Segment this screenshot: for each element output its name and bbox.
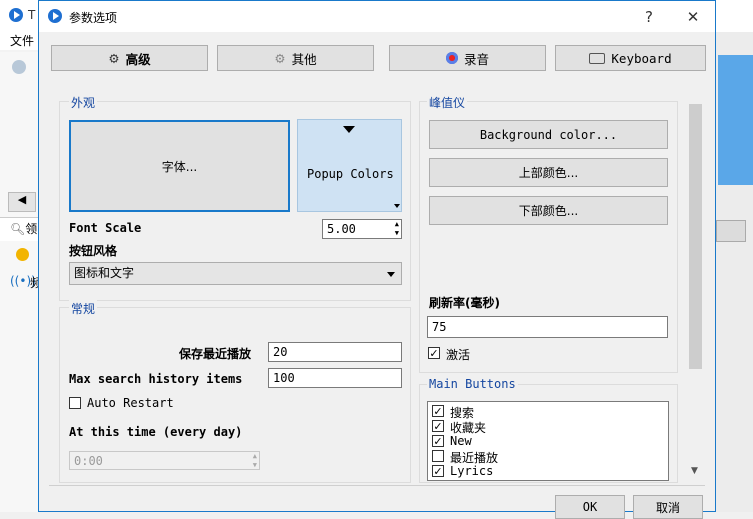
appearance-group-title: 外观 (69, 94, 98, 111)
at-this-time-label: At this time (every day) (69, 425, 243, 439)
dialog-app-icon (48, 9, 62, 23)
popup-dropdown-icon (394, 204, 400, 208)
background-search-row[interactable]: 🔍︎领 (0, 217, 40, 241)
main-buttons-group-title: Main Buttons (427, 377, 518, 391)
background-left-panel: ◀ 🔍︎领 ((•)) 频 (0, 52, 42, 512)
background-speaker-icon[interactable]: ◀ (8, 192, 36, 212)
main-button-favorites-checkbox[interactable]: ✓ (432, 420, 444, 432)
help-button[interactable]: ? (635, 5, 663, 29)
bottom-color-button[interactable]: 下部颜色... (429, 196, 668, 225)
time-value: 0:00 (74, 454, 103, 468)
max-history-label: Max search history items (69, 372, 243, 386)
gear-icon: ⚙ (108, 50, 120, 66)
time-spin-arrows-icon[interactable]: ▲ ▼ (253, 452, 257, 470)
save-recent-label: 保存最近播放 (179, 347, 252, 361)
popup-triangle-icon (343, 126, 355, 133)
scrollbar-thumb[interactable] (689, 104, 702, 369)
background-title-initial: T (28, 8, 36, 22)
button-style-label: 按钮风格 (69, 244, 118, 258)
tab-keyboard-label: Keyboard (611, 50, 672, 66)
main-button-lyrics-checkbox[interactable]: ✓ (432, 465, 444, 477)
bottom-divider (49, 485, 705, 486)
tab-advanced-label: 高级 (125, 51, 151, 67)
cancel-button[interactable]: 取消 (633, 495, 703, 519)
font-scale-label: Font Scale (69, 221, 142, 235)
background-avatar-icon (12, 60, 26, 74)
tab-advanced[interactable]: ⚙ 高级 (51, 45, 208, 71)
background-visualizer (718, 55, 753, 185)
activate-label: 激活 (446, 348, 471, 362)
scroll-down-icon[interactable]: ▼ (691, 466, 698, 476)
cog-icon: ⚙ (274, 50, 286, 66)
font-scale-spinbox[interactable]: 5.00 ▲ ▼ (322, 219, 402, 239)
activate-checkbox[interactable]: ✓ (428, 347, 440, 359)
auto-restart-label: Auto Restart (87, 396, 174, 410)
time-spinbox[interactable]: 0:00 ▲ ▼ (69, 451, 260, 470)
background-color-button[interactable]: Background color... (429, 120, 668, 149)
refresh-rate-input[interactable]: 75 (427, 316, 668, 338)
background-right-button[interactable] (716, 220, 746, 242)
main-button-search-checkbox[interactable]: ✓ (432, 405, 444, 417)
popup-colors-button[interactable]: Popup Colors (297, 119, 402, 212)
tab-other-label: 其他 (291, 51, 317, 67)
background-star-icon (16, 248, 29, 261)
button-style-value: 图标和文字 (74, 266, 135, 280)
tab-keyboard[interactable]: Keyboard (555, 45, 706, 71)
popup-colors-label: Popup Colors (307, 167, 394, 181)
button-style-select[interactable]: 图标和文字 (69, 262, 402, 285)
refresh-rate-label: 刷新率(毫秒) (429, 296, 500, 310)
font-scale-value: 5.00 (327, 222, 356, 236)
background-search-text: 领 (25, 222, 38, 236)
chevron-down-icon (387, 272, 395, 277)
dialog-title: 参数选项 (69, 11, 118, 25)
main-button-new-label: New (450, 434, 472, 448)
save-recent-input[interactable]: 20 (268, 342, 402, 362)
tab-record-label: 录音 (463, 51, 489, 67)
spin-arrows-icon[interactable]: ▲ ▼ (395, 220, 399, 238)
max-history-input[interactable]: 100 (268, 368, 402, 388)
record-icon (445, 52, 458, 64)
preferences-dialog: 参数选项 ? ✕ ⚙ 高级 ⚙ 其他 录音 Keyboard 外观 字体... … (38, 0, 716, 519)
auto-restart-checkbox[interactable] (69, 397, 81, 409)
background-search-icon: 🔍︎ (10, 222, 26, 236)
font-button[interactable]: 字体... (69, 120, 290, 212)
tab-other[interactable]: ⚙ 其他 (217, 45, 374, 71)
general-group-title: 常规 (69, 300, 98, 317)
tab-record[interactable]: 录音 (389, 45, 546, 71)
main-button-new-checkbox[interactable]: ✓ (432, 435, 444, 447)
top-color-button[interactable]: 上部颜色... (429, 158, 668, 187)
dialog-titlebar: 参数选项 ? ✕ (39, 1, 715, 32)
background-app-icon (9, 8, 23, 22)
background-menu-file[interactable]: 文件 (0, 32, 40, 50)
main-button-recent-checkbox[interactable] (432, 450, 444, 462)
main-buttons-list[interactable]: ✓ 搜索 ✓ 收藏夹 ✓ New 最近播放 ✓ Lyrics (427, 401, 669, 481)
close-button[interactable]: ✕ (679, 5, 707, 29)
peak-meter-group-title: 峰值仪 (427, 94, 468, 111)
main-button-lyrics-label: Lyrics (450, 464, 494, 478)
keyboard-icon (589, 52, 606, 64)
ok-button[interactable]: OK (555, 495, 625, 519)
